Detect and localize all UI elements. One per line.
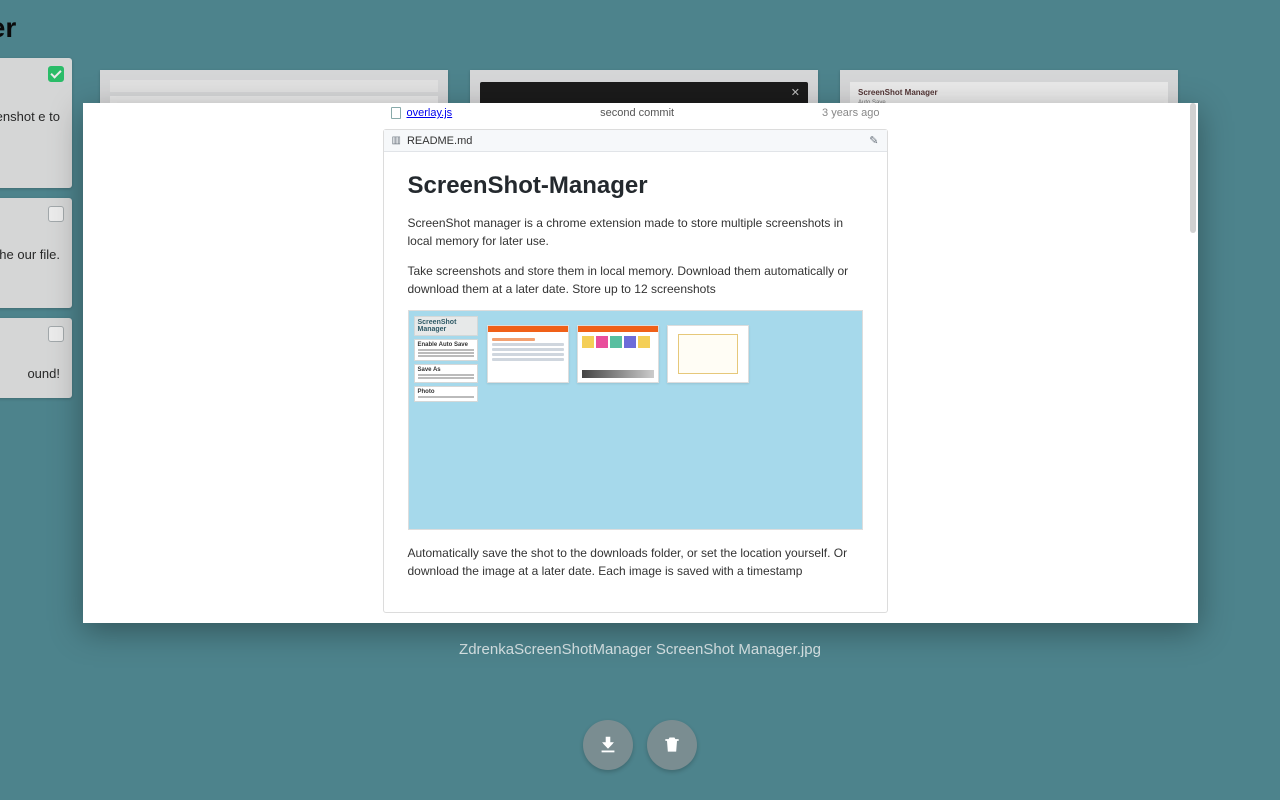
edit-icon[interactable]: ✎ [869,134,878,147]
rs-opt1: Enable Auto Save [414,339,478,361]
readme-p1: ScreenShot manager is a chrome extension… [408,214,863,250]
lightbox-overlay[interactable]: overlay.js second commit 3 years ago ▥ R… [0,0,1280,800]
trash-icon [662,735,682,755]
commit-message: second commit [452,107,822,119]
readme-filename: README.md [407,135,472,147]
file-link[interactable]: overlay.js [407,107,453,119]
commit-time: 3 years ago [822,107,879,119]
rs-sidebar: ScreenShot Manager Enable Auto Save Save… [414,316,478,402]
download-button[interactable] [583,720,633,770]
readme-body: ScreenShot-Manager ScreenShot manager is… [384,152,887,612]
readme-p2: Take screenshots and store them in local… [408,262,863,298]
rs-thumb-2 [577,325,659,383]
modal-scrollbar[interactable] [1190,103,1196,623]
rs-opt3: Photo [414,386,478,402]
github-footer: © 2019 GitHub, Inc. Terms Privacy Securi… [383,613,888,623]
readme-header: ▥ README.md ✎ [384,130,887,152]
readme-title: ScreenShot-Manager [408,172,863,200]
lightbox-image: overlay.js second commit 3 years ago ▥ R… [83,103,1198,623]
rs-thumb-1 [487,325,569,383]
readme-p3: Automatically save the shot to the downl… [408,544,863,580]
scrollbar-thumb[interactable] [1190,103,1196,233]
lightbox-caption: ZdrenkaScreenShotManager ScreenShot Mana… [459,641,821,658]
rs-thumb-3 [667,325,749,383]
book-icon: ▥ [392,135,401,146]
download-icon [597,734,619,756]
rs-app-title: ScreenShot Manager [414,316,478,336]
github-readme-area: overlay.js second commit 3 years ago ▥ R… [383,103,888,623]
file-row: overlay.js second commit 3 years ago [383,103,888,123]
readme-box: ▥ README.md ✎ ScreenShot-Manager ScreenS… [383,129,888,613]
file-icon [391,107,401,119]
delete-button[interactable] [647,720,697,770]
readme-screenshot: ScreenShot Manager Enable Auto Save Save… [408,310,863,530]
lightbox-actions [0,720,1280,770]
rs-opt2: Save As [414,364,478,383]
